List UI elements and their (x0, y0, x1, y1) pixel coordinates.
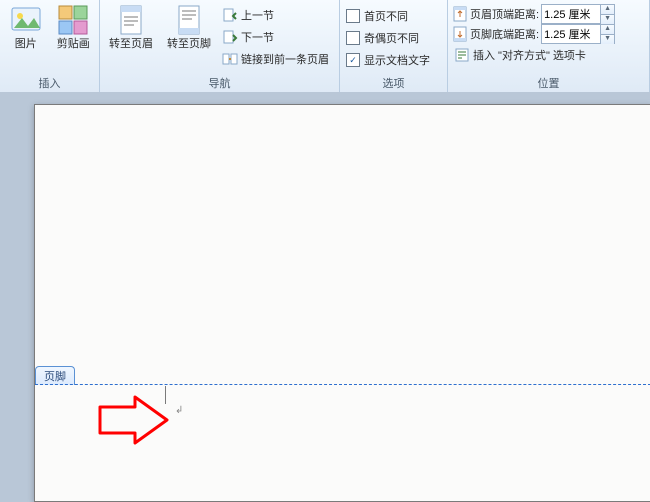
insert-alignment-tab-label: 插入 "对齐方式" 选项卡 (473, 47, 586, 63)
group-position: 页眉顶端距离: ▲▼ 页脚底端距离: ▲▼ 插入 "对齐方式" 选项卡 位置 (448, 0, 650, 92)
goto-header-label: 转至页眉 (109, 38, 153, 51)
footer-distance-icon (452, 26, 468, 42)
header-distance-label: 页眉顶端距离: (470, 6, 539, 22)
group-insert-title: 插入 (4, 76, 95, 92)
insert-picture-button[interactable]: 图片 (4, 2, 48, 51)
spin-up-icon[interactable]: ▲ (600, 25, 614, 34)
goto-footer-label: 转至页脚 (167, 38, 211, 51)
next-section-label: 下一节 (241, 29, 274, 45)
document-area: 页脚 ↲ (0, 92, 650, 500)
goto-footer-icon (173, 4, 205, 36)
annotation-arrow-icon (95, 395, 175, 445)
paragraph-mark-icon: ↲ (175, 405, 183, 416)
prev-section-button[interactable]: 上一节 (220, 4, 331, 26)
group-insert: 图片 剪贴画 插入 (0, 0, 100, 92)
prev-section-label: 上一节 (241, 7, 274, 23)
show-doc-text-checkbox[interactable]: ✓ 显示文档文字 (344, 50, 432, 70)
goto-header-button[interactable]: 转至页眉 (104, 2, 158, 51)
alignment-tab-icon (454, 47, 470, 63)
link-previous-button[interactable]: 链接到前一条页眉 (220, 48, 331, 70)
footer-distance-spinner[interactable]: ▲▼ (541, 24, 615, 44)
link-previous-icon (222, 51, 238, 67)
insert-picture-label: 图片 (15, 38, 37, 51)
footer-distance-label: 页脚底端距离: (470, 26, 539, 42)
checkbox-checked-icon: ✓ (346, 53, 360, 67)
diff-oddeven-label: 奇偶页不同 (364, 30, 419, 46)
group-position-title: 位置 (452, 76, 645, 92)
footer-tab[interactable]: 页脚 (35, 366, 75, 385)
group-options: 首页不同 奇偶页不同 ✓ 显示文档文字 选项 (340, 0, 448, 92)
group-navigation: 转至页眉 转至页脚 上一节 下一节 链接到前一条页眉 (100, 0, 340, 92)
clipart-icon (57, 4, 89, 36)
picture-icon (10, 4, 42, 36)
spin-down-icon[interactable]: ▼ (600, 34, 614, 44)
next-section-icon (222, 29, 238, 45)
header-distance-spinner[interactable]: ▲▼ (541, 4, 615, 24)
diff-first-page-checkbox[interactable]: 首页不同 (344, 6, 410, 26)
link-previous-label: 链接到前一条页眉 (241, 51, 329, 67)
spin-up-icon[interactable]: ▲ (600, 5, 614, 14)
next-section-button[interactable]: 下一节 (220, 26, 331, 48)
header-distance-input[interactable] (542, 7, 600, 21)
show-doc-text-label: 显示文档文字 (364, 52, 430, 68)
group-options-title: 选项 (344, 76, 443, 92)
footer-distance-input[interactable] (542, 27, 600, 41)
checkbox-empty-icon (346, 9, 360, 23)
diff-first-label: 首页不同 (364, 8, 408, 24)
footer-boundary-line (35, 384, 650, 385)
document-page[interactable]: 页脚 ↲ (34, 104, 650, 502)
insert-alignment-tab-button[interactable]: 插入 "对齐方式" 选项卡 (452, 44, 588, 66)
prev-section-icon (222, 7, 238, 23)
checkbox-empty-icon (346, 31, 360, 45)
insert-clipart-button[interactable]: 剪贴画 (52, 2, 96, 51)
insert-clipart-label: 剪贴画 (57, 38, 90, 51)
header-distance-icon (452, 6, 468, 22)
goto-footer-button[interactable]: 转至页脚 (162, 2, 216, 51)
spin-down-icon[interactable]: ▼ (600, 14, 614, 24)
goto-header-icon (115, 4, 147, 36)
diff-oddeven-checkbox[interactable]: 奇偶页不同 (344, 28, 421, 48)
ribbon: 图片 剪贴画 插入 转至页眉 转至页脚 (0, 0, 650, 93)
group-nav-title: 导航 (104, 76, 335, 92)
